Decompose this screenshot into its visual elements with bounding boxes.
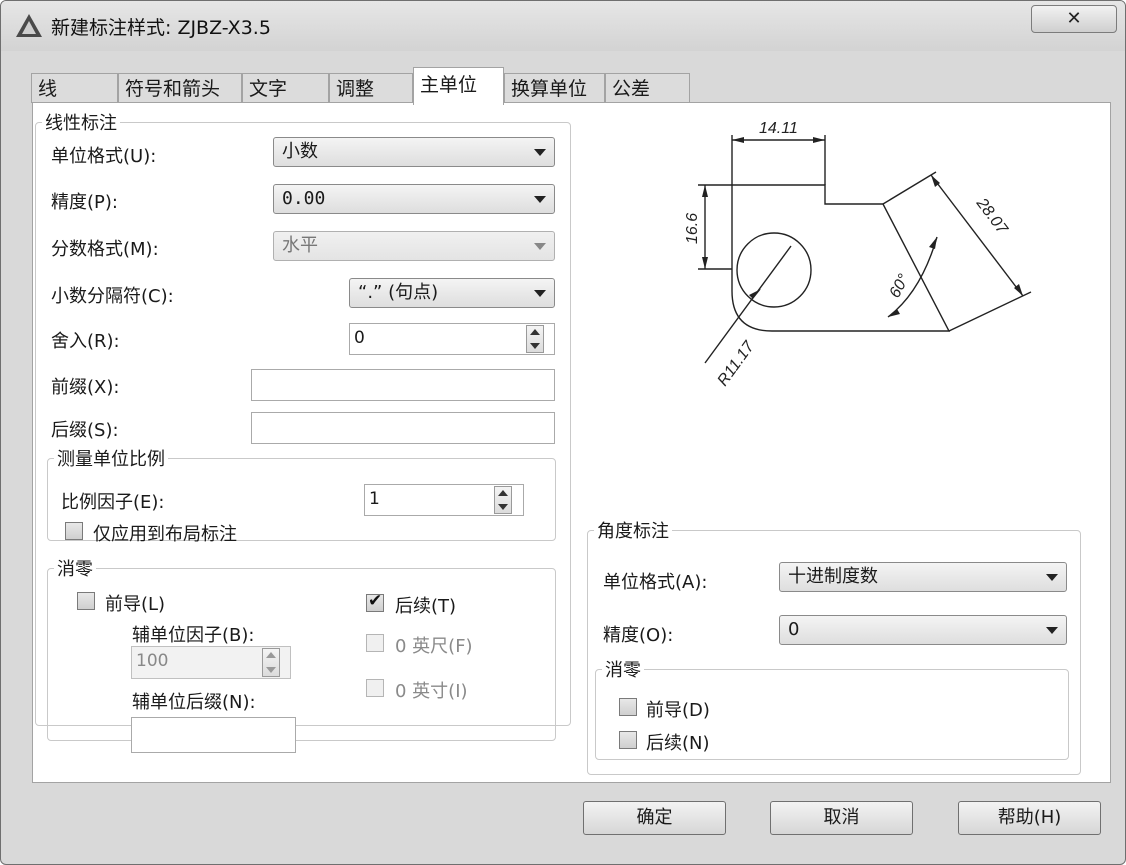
dimension-preview: 14.11 16.6 28.07 60° R11.17 [684,120,1032,390]
arrowhead-icon [702,257,708,269]
angular-precision-value: 0 [788,619,800,640]
chevron-down-icon [534,243,546,250]
fraction-format-select[interactable]: 水平 [273,231,555,261]
suffix-input[interactable] [251,412,555,444]
spin-down-icon [530,343,540,349]
angular-leading-checkbox[interactable] [619,698,637,716]
layout-only-checkbox[interactable] [65,522,83,540]
autocad-logo-icon [16,14,42,37]
leading-zero-label: 前导(L) [105,594,166,615]
chevron-down-icon [534,290,546,297]
angular-precision-select[interactable]: 0 [779,615,1067,645]
zero-suppression-legend: 消零 [57,559,93,580]
tab-alternate-units[interactable]: 换算单位 [504,73,605,103]
sub-unit-suffix-input[interactable] [131,717,296,753]
spin-up-icon [498,490,508,496]
measurement-scale-legend: 测量单位比例 [57,449,165,470]
zero-feet-checkbox[interactable] [366,634,384,652]
arrowhead-icon [888,309,900,317]
precision-select[interactable]: 0.00 [273,184,555,214]
decimal-separator-select[interactable]: “.” (句点) [349,278,555,308]
precision-label: 精度(P): [51,192,118,213]
preview-dim-diag: 28.07 [972,194,1011,238]
scale-factor-label: 比例因子(E): [61,492,165,513]
trailing-zero-checkbox[interactable] [366,591,384,612]
tab-symbols-arrows[interactable]: 符号和箭头 [118,73,242,103]
round-off-spinner[interactable] [526,325,544,353]
decimal-separator-label: 小数分隔符(C): [51,286,174,307]
arrowhead-icon [813,137,825,143]
preview-dim-radius: R11.17 [714,338,758,390]
dialog-body: 线 符号和箭头 文字 调整 主单位 换算单位 公差 线性标注 单位格式(U): … [14,51,1112,789]
angular-unit-format-value: 十进制度数 [788,566,878,587]
sub-unit-suffix-label: 辅单位后缀(N): [132,692,256,713]
chevron-down-icon [1046,574,1058,581]
zero-inches-label: 0 英寸(I) [395,681,468,702]
spin-up-icon [266,652,276,658]
trailing-zero-label: 后续(T) [395,596,457,617]
preview-extension-line-diag-a [882,171,937,205]
tab-primary-units[interactable]: 主单位 [413,67,504,105]
sub-unit-factor-label: 辅单位因子(B): [132,625,255,646]
unit-format-select[interactable]: 小数 [273,137,555,167]
unit-format-label: 单位格式(U): [51,146,157,167]
cancel-button[interactable]: 取消 [770,801,913,835]
fraction-format-label: 分数格式(M): [51,239,159,260]
arrowhead-icon [702,185,708,197]
tab-text[interactable]: 文字 [242,73,329,103]
dimension-style-dialog: 新建标注样式: ZJBZ-X3.5 ✕ 线 符号和箭头 文字 调整 主单位 换算… [0,0,1126,865]
precision-value: 0.00 [282,188,326,209]
chevron-down-icon [1046,627,1058,634]
preview-dim-top: 14.11 [759,120,798,137]
prefix-label: 前缀(X): [51,377,120,398]
angular-precision-label: 精度(O): [603,625,674,646]
tab-lines[interactable]: 线 [31,73,118,103]
spin-down-icon [266,667,276,673]
preview-dim-line-diag [930,174,1024,297]
arrowhead-icon [749,289,761,299]
angular-unit-format-label: 单位格式(A): [603,572,708,593]
preview-dim-left: 16.6 [684,213,701,244]
spin-down-icon [498,504,508,510]
chevron-down-icon [534,149,546,156]
angular-leading-label: 前导(D) [646,700,710,721]
arrowhead-icon [732,137,744,143]
angular-unit-format-select[interactable]: 十进制度数 [779,562,1067,592]
preview-extension-line-diag-b [948,291,1032,332]
arrowhead-icon [929,237,937,249]
zero-feet-label: 0 英尺(F) [395,636,473,657]
primary-units-panel: 线性标注 单位格式(U): 小数 精度(P): 0.00 分数格式(M): 水平… [32,102,1111,783]
tab-tolerances[interactable]: 公差 [605,73,690,103]
zero-suppression-group: 消零 [47,555,556,741]
title-bar: 新建标注样式: ZJBZ-X3.5 ✕ [1,1,1125,51]
round-off-label: 舍入(R): [51,331,120,352]
layout-only-label: 仅应用到布局标注 [93,524,237,545]
round-off-input[interactable]: 0 [349,323,555,355]
sub-unit-factor-spinner[interactable] [262,648,280,677]
angular-trailing-label: 后续(N) [646,733,710,754]
angular-trailing-checkbox[interactable] [619,731,637,749]
scale-factor-spinner[interactable] [494,486,512,514]
chevron-down-icon [534,196,546,203]
tab-fit[interactable]: 调整 [329,73,413,103]
close-button[interactable]: ✕ [1031,5,1117,33]
help-button[interactable]: 帮助(H) [958,801,1101,835]
unit-format-value: 小数 [282,141,318,162]
ok-button[interactable]: 确定 [583,801,726,835]
window-title: 新建标注样式: ZJBZ-X3.5 [51,17,271,39]
fraction-format-value: 水平 [282,235,318,256]
zero-inches-checkbox[interactable] [366,679,384,697]
angular-dimensions-legend: 角度标注 [597,521,669,542]
leading-zero-checkbox[interactable] [77,592,95,610]
suffix-label: 后缀(S): [51,420,119,441]
linear-dimensions-legend: 线性标注 [45,113,117,134]
prefix-input[interactable] [251,369,555,401]
preview-part-outline [731,184,951,332]
angular-zero-suppression-legend: 消零 [605,660,641,681]
spin-up-icon [530,329,540,335]
decimal-separator-value: “.” (句点) [358,282,439,303]
